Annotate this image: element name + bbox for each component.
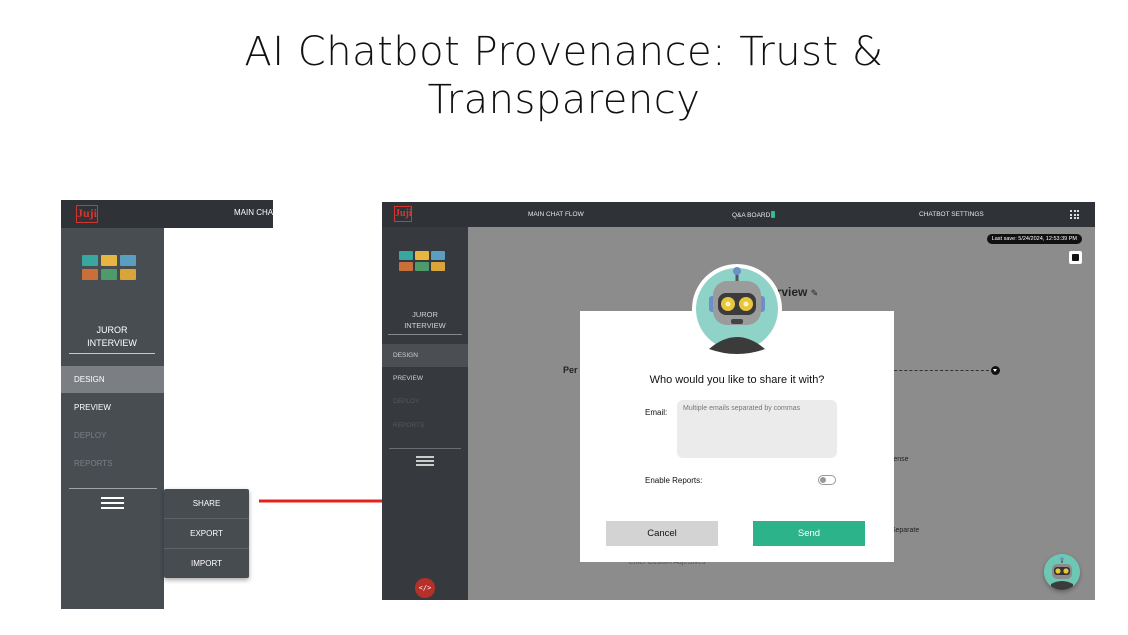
nav-reports[interactable]: REPORTS [61,450,164,477]
slide-title: AI Chatbot Provenance: Trust & Transpare… [0,28,1128,124]
right-sidebar: JUROR INTERVIEW DESIGN PREVIEW DEPLOY RE… [382,227,468,600]
email-label: Email: [645,408,668,417]
project-name: JUROR INTERVIEW [69,324,155,354]
project-name-line1: JUROR [96,325,128,335]
project-name-line2: INTERVIEW [404,321,446,330]
left-top-bar: Juji MAIN CHAT FLOW [61,200,273,228]
qa-badge-icon [771,211,776,218]
sidebar-divider [69,488,157,489]
hamburger-menu-icon[interactable] [101,497,124,512]
tab-chatbot-settings[interactable]: CHATBOT SETTINGS [919,211,984,218]
right-screenshot: Juji MAIN CHAT FLOW Q&A BOARD CHATBOT SE… [382,202,1095,600]
slide-title-line2: Transparency [427,77,701,123]
enable-reports-toggle[interactable] [818,475,836,485]
email-field[interactable] [677,400,837,458]
nav-design[interactable]: DESIGN [61,366,164,393]
last-save-badge: Last save: 5/24/2024, 12:53:39 PM [986,234,1082,244]
robot-avatar-icon [692,264,782,354]
nav-preview[interactable]: PREVIEW [61,394,164,421]
cancel-button[interactable]: Cancel [606,521,718,546]
apps-grid-icon[interactable] [1070,210,1079,219]
project-thumbnail [399,251,445,271]
nav-deploy[interactable]: DEPLOY [61,422,164,449]
left-sidebar: JUROR INTERVIEW DESIGN PREVIEW DEPLOY RE… [61,228,164,609]
menu-item-share[interactable]: SHARE [164,489,249,519]
tab-qa-board[interactable]: Q&A BOARD [732,211,776,219]
share-question: Who would you like to share it with? [649,374,825,386]
bg-label-per: Per [563,365,578,375]
nav-design[interactable]: DESIGN [382,344,468,367]
edit-icon[interactable]: ✎ [811,288,819,298]
menu-item-import[interactable]: IMPORT [164,549,249,578]
slide-title-line1: AI Chatbot Provenance: Trust & [244,29,884,75]
nav-preview[interactable]: PREVIEW [382,367,468,390]
right-top-bar: Juji MAIN CHAT FLOW Q&A BOARD CHATBOT SE… [382,202,1095,227]
project-name: JUROR INTERVIEW [388,309,462,335]
juji-logo[interactable]: Juji [76,205,98,223]
embed-code-button[interactable]: </> [415,578,435,598]
save-icon[interactable] [1069,251,1082,264]
sidebar-divider [389,448,461,449]
nav-deploy[interactable]: DEPLOY [382,390,468,413]
enable-reports-label: Enable Reports: [645,476,703,485]
chatbot-launcher-button[interactable] [1044,554,1080,590]
share-menu: SHARE EXPORT IMPORT [164,489,249,578]
tab-main-chat-flow[interactable]: MAIN CHAT FLOW [234,208,273,217]
chevron-down-icon[interactable] [991,366,1000,375]
project-thumbnail [82,255,136,280]
nav-reports[interactable]: REPORTS [382,414,468,437]
tab-main-chat-flow[interactable]: MAIN CHAT FLOW [528,211,584,218]
project-name-line1: JUROR [412,310,438,319]
juji-logo[interactable]: Juji [394,206,412,222]
robot-icon [1044,554,1080,590]
tab-qa-board-label: Q&A BOARD [732,212,771,219]
send-button[interactable]: Send [753,521,865,546]
toggle-knob [820,477,826,483]
dotted-divider [889,370,989,371]
menu-item-export[interactable]: EXPORT [164,519,249,549]
project-name-line2: INTERVIEW [87,338,137,348]
hamburger-menu-icon[interactable] [416,456,434,469]
